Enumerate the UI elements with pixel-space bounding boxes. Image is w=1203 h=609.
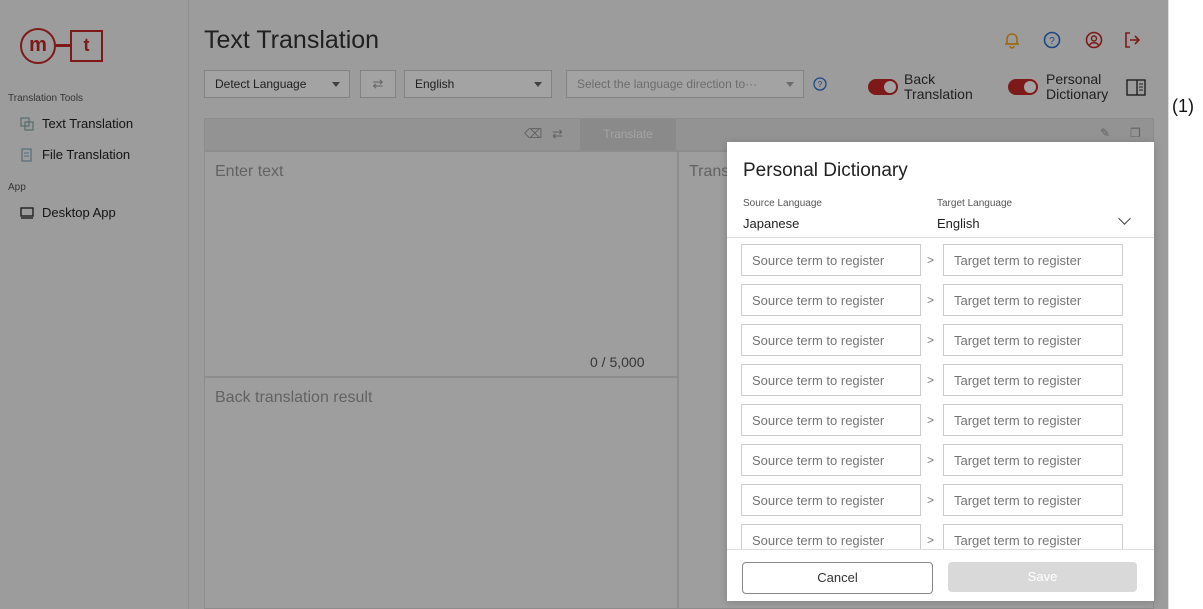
arrow-icon: > xyxy=(927,293,935,307)
target-term-input[interactable] xyxy=(943,284,1123,316)
source-term-input[interactable] xyxy=(741,364,921,396)
dictionary-entry-list[interactable]: > > > > > xyxy=(727,237,1154,550)
arrow-icon: > xyxy=(927,413,935,427)
source-term-input[interactable] xyxy=(741,484,921,516)
arrow-icon: > xyxy=(927,493,935,507)
dialog-footer: Cancel Save xyxy=(727,549,1154,601)
source-term-input[interactable] xyxy=(741,524,921,550)
target-language-label: Target Language xyxy=(937,198,1013,209)
annotation-callout: (1) xyxy=(1172,96,1194,116)
target-language-value[interactable]: English xyxy=(937,216,980,231)
app-window: m t Translation Tools Text Translation F… xyxy=(0,0,1169,609)
source-term-input[interactable] xyxy=(741,244,921,276)
dictionary-row: > xyxy=(741,484,1123,516)
target-term-input[interactable] xyxy=(943,444,1123,476)
dictionary-row: > xyxy=(741,244,1123,276)
source-term-input[interactable] xyxy=(741,284,921,316)
dictionary-row: > xyxy=(741,404,1123,436)
dialog-title: Personal Dictionary xyxy=(743,160,908,181)
arrow-icon: > xyxy=(927,453,935,467)
personal-dictionary-dialog: Personal Dictionary Source Language Japa… xyxy=(727,142,1154,601)
dictionary-row: > xyxy=(741,324,1123,356)
target-term-input[interactable] xyxy=(943,324,1123,356)
arrow-icon: > xyxy=(927,333,935,347)
chevron-down-icon[interactable] xyxy=(1118,212,1131,225)
dictionary-row: > xyxy=(741,444,1123,476)
source-language-value: Japanese xyxy=(743,216,800,231)
source-term-input[interactable] xyxy=(741,404,921,436)
cancel-button[interactable]: Cancel xyxy=(742,562,933,594)
source-language-label: Source Language xyxy=(743,198,822,209)
target-term-input[interactable] xyxy=(943,484,1123,516)
target-term-input[interactable] xyxy=(943,524,1123,550)
dictionary-row: > xyxy=(741,364,1123,396)
save-button[interactable]: Save xyxy=(948,562,1137,592)
target-term-input[interactable] xyxy=(943,404,1123,436)
source-term-input[interactable] xyxy=(741,324,921,356)
source-term-input[interactable] xyxy=(741,444,921,476)
arrow-icon: > xyxy=(927,253,935,267)
target-term-input[interactable] xyxy=(943,244,1123,276)
arrow-icon: > xyxy=(927,533,935,547)
target-term-input[interactable] xyxy=(943,364,1123,396)
arrow-icon: > xyxy=(927,373,935,387)
dictionary-row: > xyxy=(741,524,1123,550)
dictionary-row: > xyxy=(741,284,1123,316)
